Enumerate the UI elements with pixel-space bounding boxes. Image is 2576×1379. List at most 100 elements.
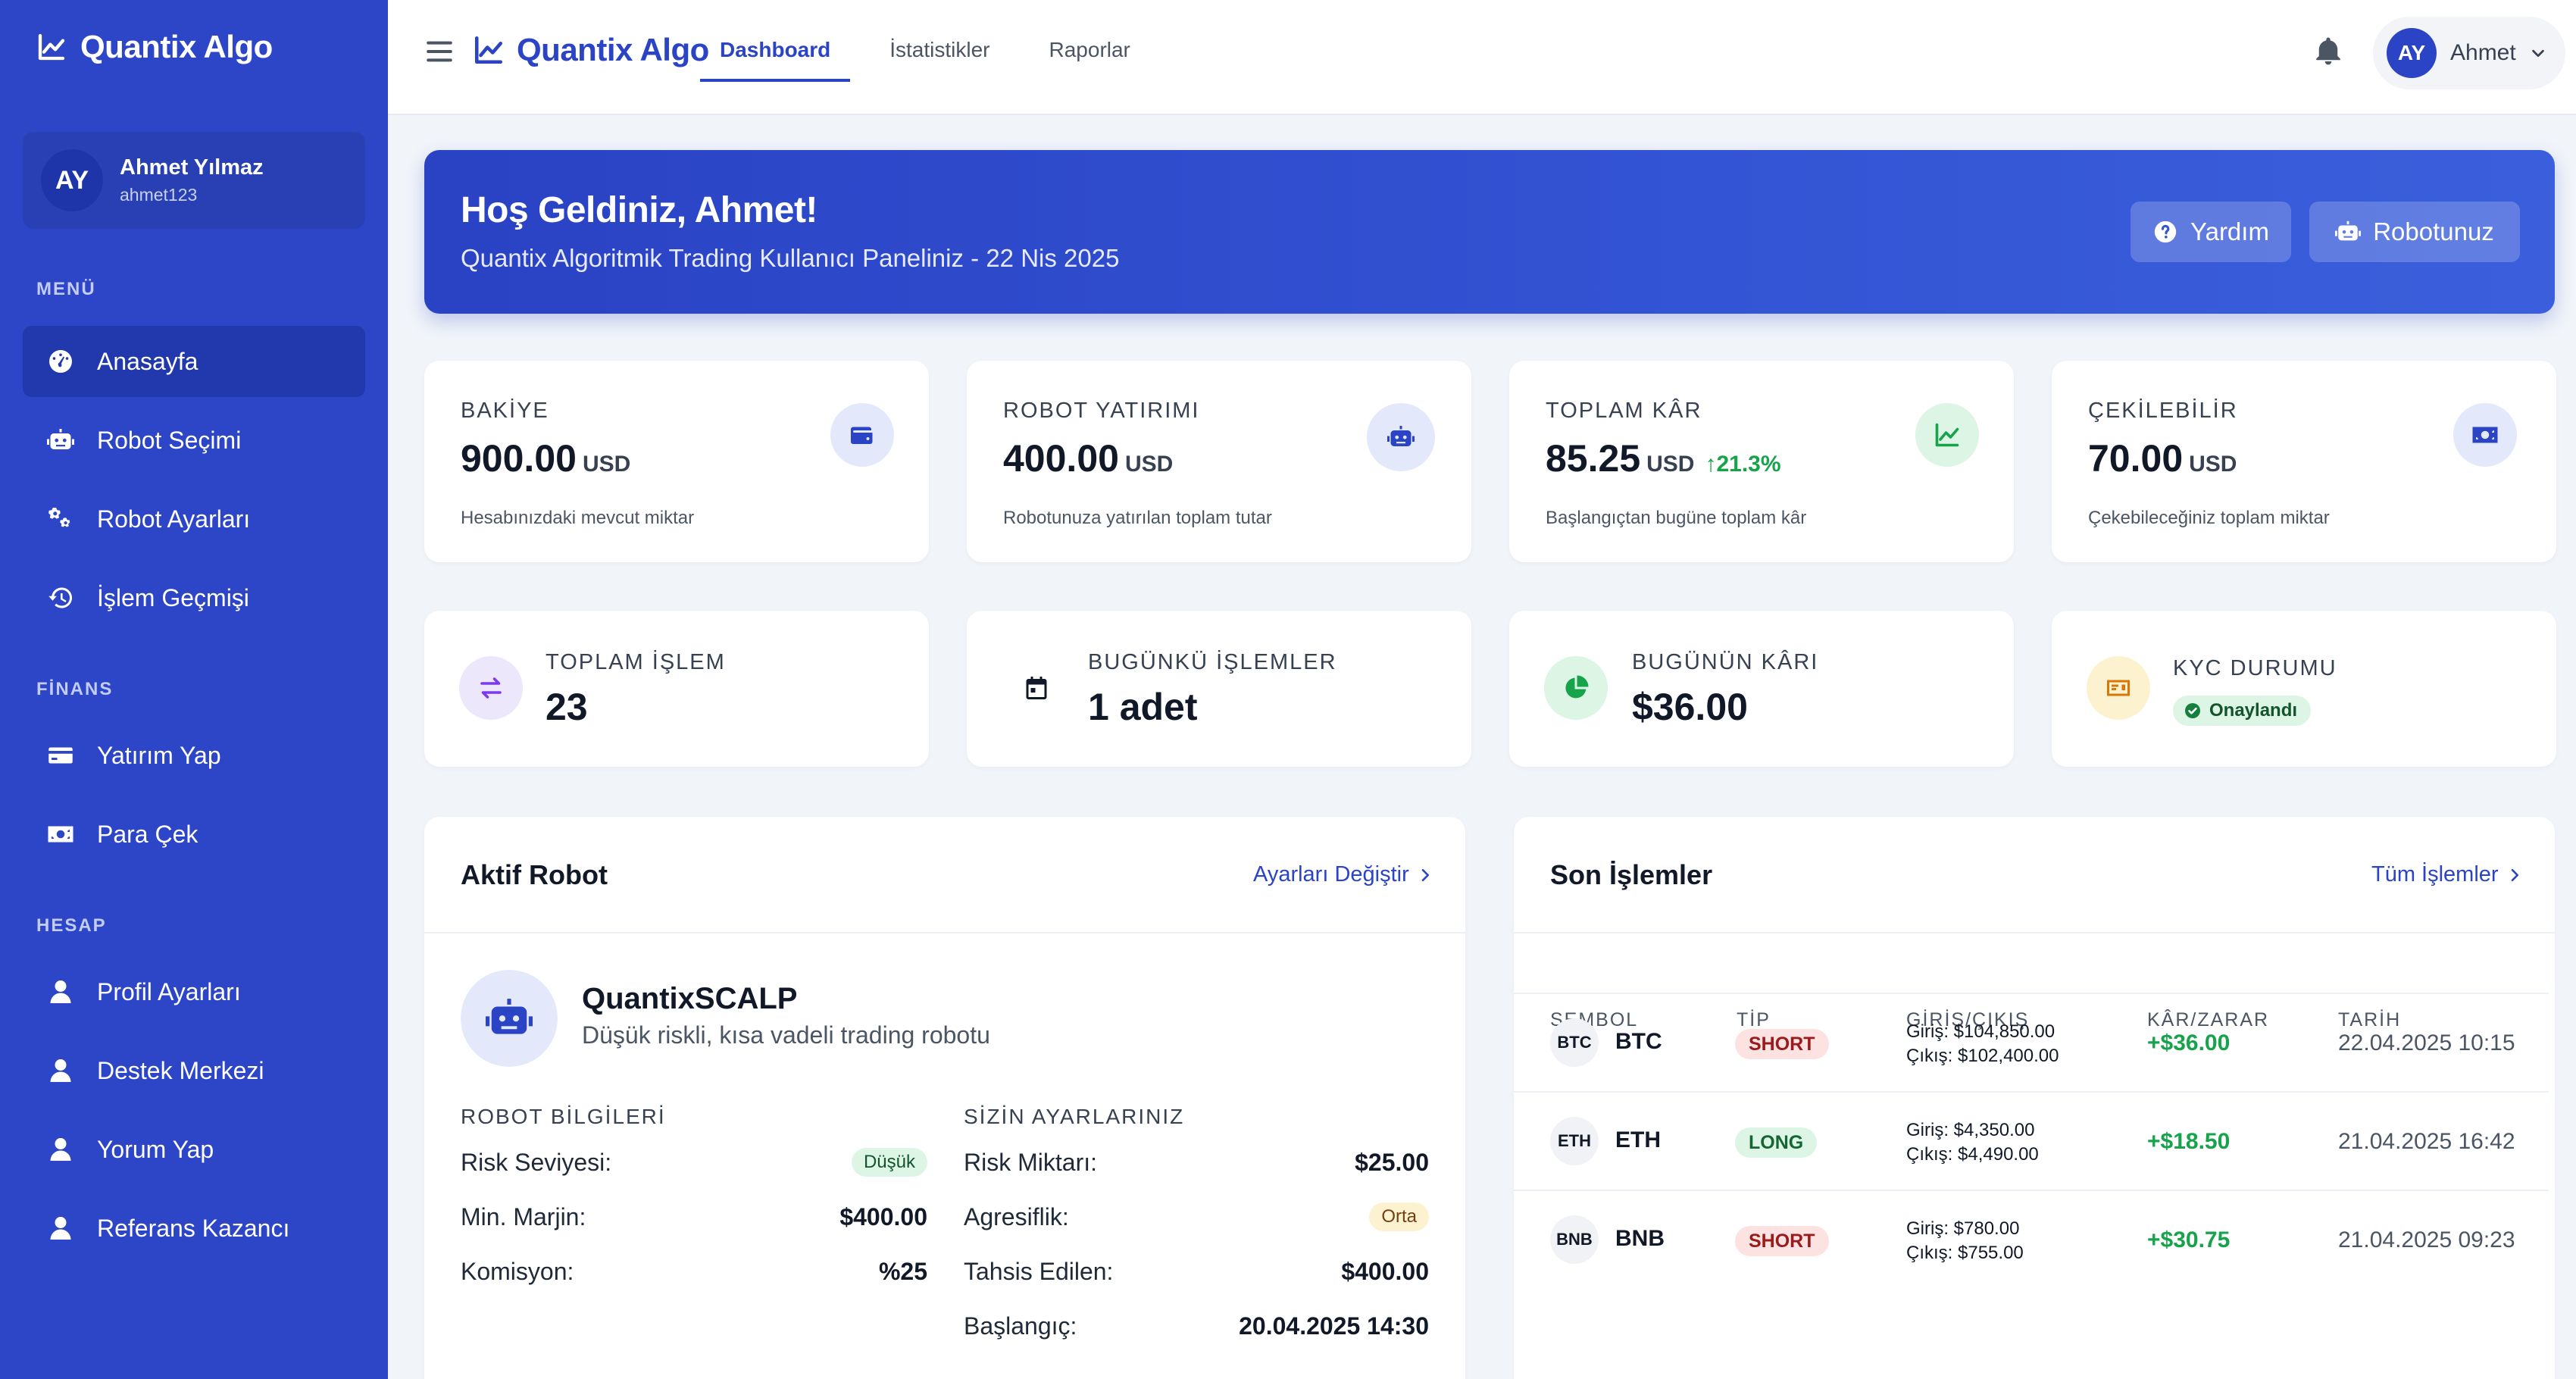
sidebar-item-robot-ayarlari[interactable]: Robot Ayarları <box>23 483 365 555</box>
coin-icon: ETH <box>1550 1117 1599 1165</box>
sidebar-item-label: İşlem Geçmişi <box>97 583 249 611</box>
topbar-brand[interactable]: Quantix Algo <box>473 32 709 68</box>
setting-allocated: Tahsis Edilen: $400.00 <box>964 1257 1429 1285</box>
trade-date: 22.04.2025 10:15 <box>2338 1030 2515 1055</box>
stat-unit: USD <box>1646 452 1695 477</box>
stat-card-kyc-durumu: KYC DURUMU Onaylandı <box>2052 611 2556 767</box>
stat-label: TOPLAM KÂR <box>1546 399 1702 423</box>
stat-card-toplam-islem: TOPLAM İŞLEM 23 <box>424 611 929 767</box>
stat-value: 85.25 USD ↑21.3% <box>1546 437 1781 480</box>
user-icon <box>50 1138 71 1161</box>
history-icon <box>48 587 73 608</box>
user-icon <box>50 980 71 1003</box>
stat-label: BUGÜNÜN KÂRI <box>1632 650 1819 674</box>
sidebar-item-label: Yorum Yap <box>97 1135 214 1163</box>
sidebar-item-profil-ayarlari[interactable]: Profil Ayarları <box>23 956 365 1027</box>
stat-value: 70.00 USD <box>2088 437 2237 480</box>
your-settings-heading: SİZİN AYARLARINIZ <box>964 1105 1185 1128</box>
trade-entry-exit: Giriş: $4,350.00 Çıkış: $4,490.00 <box>1906 1120 2039 1165</box>
exchange-icon <box>459 656 523 720</box>
sidebar-item-label: Destek Merkezi <box>97 1056 264 1084</box>
aggressiveness-badge: Orta <box>1369 1202 1429 1231</box>
credit-card-icon <box>48 747 73 764</box>
section-label-account: HESAP <box>36 915 107 936</box>
table-row[interactable]: BTC BTC SHORT Giriş: $104,850.00 Çıkış: $… <box>1514 993 2549 1091</box>
avatar: AY <box>41 149 103 211</box>
table-row[interactable]: BNB BNB SHORT Giriş: $780.00 Çıkış: $755.… <box>1514 1190 2549 1288</box>
tab-dashboard[interactable]: Dashboard <box>700 0 851 82</box>
robot-button[interactable]: Robotunuz <box>2309 202 2520 262</box>
divider <box>1514 932 2555 933</box>
user-icon <box>50 1217 71 1240</box>
check-circle-icon <box>2185 703 2200 718</box>
avatar: AY <box>2387 28 2437 78</box>
robot-icon <box>1367 403 1435 471</box>
change-settings-link[interactable]: Ayarları Değiştir <box>1253 862 1432 887</box>
sidebar-item-label: Yatırım Yap <box>97 741 221 769</box>
trade-type-badge: SHORT <box>1735 1029 1829 1059</box>
table-row[interactable]: ETH ETH LONG Giriş: $4,350.00 Çıkış: $4,4… <box>1514 1091 2549 1190</box>
trade-pnl: +$30.75 <box>2147 1227 2231 1252</box>
stat-label: BAKİYE <box>461 399 549 423</box>
trade-date: 21.04.2025 16:42 <box>2338 1129 2515 1154</box>
money-bill-icon <box>2453 403 2517 467</box>
wallet-icon <box>830 403 894 467</box>
trade-entry-exit: Giriş: $780.00 Çıkış: $755.00 <box>1906 1218 2024 1263</box>
tab-istatistikler[interactable]: İstatistikler <box>870 0 1009 82</box>
sidebar-item-label: Anasayfa <box>97 347 199 375</box>
help-button-label: Yardım <box>2190 217 2269 245</box>
cogs-icon <box>48 508 70 527</box>
trade-type-badge: SHORT <box>1735 1226 1829 1256</box>
stat-desc: Hesabınızdaki mevcut miktar <box>461 508 695 528</box>
dashboard-gauge-icon <box>49 350 72 373</box>
sidebar-brand[interactable]: Quantix Algo <box>36 29 273 65</box>
chart-line-icon <box>38 33 65 61</box>
stat-card-bakiye: BAKİYE 900.00 USD Hesabınızdaki mevcut mi… <box>424 361 929 562</box>
topbar: Quantix Algo Dashboard İstatistikler Rap… <box>388 0 2576 115</box>
all-trades-link[interactable]: Tüm İşlemler <box>2371 862 2521 887</box>
user-menu[interactable]: AY Ahmet <box>2373 17 2565 89</box>
tab-raporlar[interactable]: Raporlar <box>1030 0 1150 82</box>
robot-icon <box>461 970 558 1067</box>
stat-value: 400.00 USD <box>1003 437 1174 480</box>
sidebar-item-islem-gecmisi[interactable]: İşlem Geçmişi <box>23 562 365 633</box>
sidebar-item-label: Robot Seçimi <box>97 426 242 454</box>
question-circle-icon <box>2154 220 2177 243</box>
welcome-subtitle: Quantix Algoritmik Trading Kullanıcı Pan… <box>461 244 1120 272</box>
hamburger-menu-icon[interactable] <box>424 36 455 67</box>
profit-change: ↑21.3% <box>1705 452 1781 477</box>
chevron-down-icon <box>2531 49 2544 58</box>
sidebar-item-label: Para Çek <box>97 820 199 848</box>
sidebar-item-anasayfa[interactable]: Anasayfa <box>23 326 365 397</box>
kyc-status-text: Onaylandı <box>2209 700 2298 721</box>
risk-level-badge: Düşük <box>851 1148 927 1177</box>
stat-value: $36.00 <box>1632 686 1748 728</box>
stat-unit: USD <box>582 452 631 477</box>
sidebar-item-yatirim-yap[interactable]: Yatırım Yap <box>23 720 365 791</box>
active-robot-panel: Aktif Robot Ayarları Değiştir QuantixSCA… <box>424 817 1465 1379</box>
user-name: Ahmet Yılmaz <box>120 155 264 180</box>
sidebar-item-destek-merkezi[interactable]: Destek Merkezi <box>23 1035 365 1106</box>
sidebar-item-para-cek[interactable]: Para Çek <box>23 799 365 870</box>
robot-info-min-margin: Min. Marjin: $400.00 <box>461 1202 927 1230</box>
stat-label: ÇEKİLEBİLİR <box>2088 399 2238 423</box>
kyc-status-badge: Onaylandı <box>2173 696 2312 726</box>
sidebar-item-referans-kazanci[interactable]: Referans Kazancı <box>23 1193 365 1264</box>
stat-card-bugunun-kari: BUGÜNÜN KÂRI $36.00 <box>1509 611 2014 767</box>
sidebar-item-yorum-yap[interactable]: Yorum Yap <box>23 1114 365 1185</box>
robot-icon <box>47 429 74 449</box>
help-button[interactable]: Yardım <box>2131 202 2291 262</box>
trade-symbol: BTC <box>1615 1029 1662 1054</box>
stat-value: 1 adet <box>1088 686 1198 728</box>
sidebar-item-label: Profil Ayarları <box>97 977 241 1005</box>
sidebar-item-robot-secimi[interactable]: Robot Seçimi <box>23 405 365 476</box>
trade-entry-exit: Giriş: $104,850.00 Çıkış: $102,400.00 <box>1906 1021 2059 1066</box>
setting-start: Başlangıç: 20.04.2025 14:30 <box>964 1312 1429 1340</box>
robot-name: QuantixSCALP <box>582 982 798 1015</box>
sidebar-user-card[interactable]: AY Ahmet Yılmaz ahmet123 <box>23 132 365 229</box>
stat-card-bugunku-islemler: BUGÜNKÜ İŞLEMLER 1 adet <box>967 611 1471 767</box>
stat-value: 900.00 USD <box>461 437 631 480</box>
robot-info-risk: Risk Seviyesi: Düşük <box>461 1146 927 1179</box>
bell-icon[interactable] <box>2312 35 2344 67</box>
chart-line-icon <box>474 36 503 64</box>
